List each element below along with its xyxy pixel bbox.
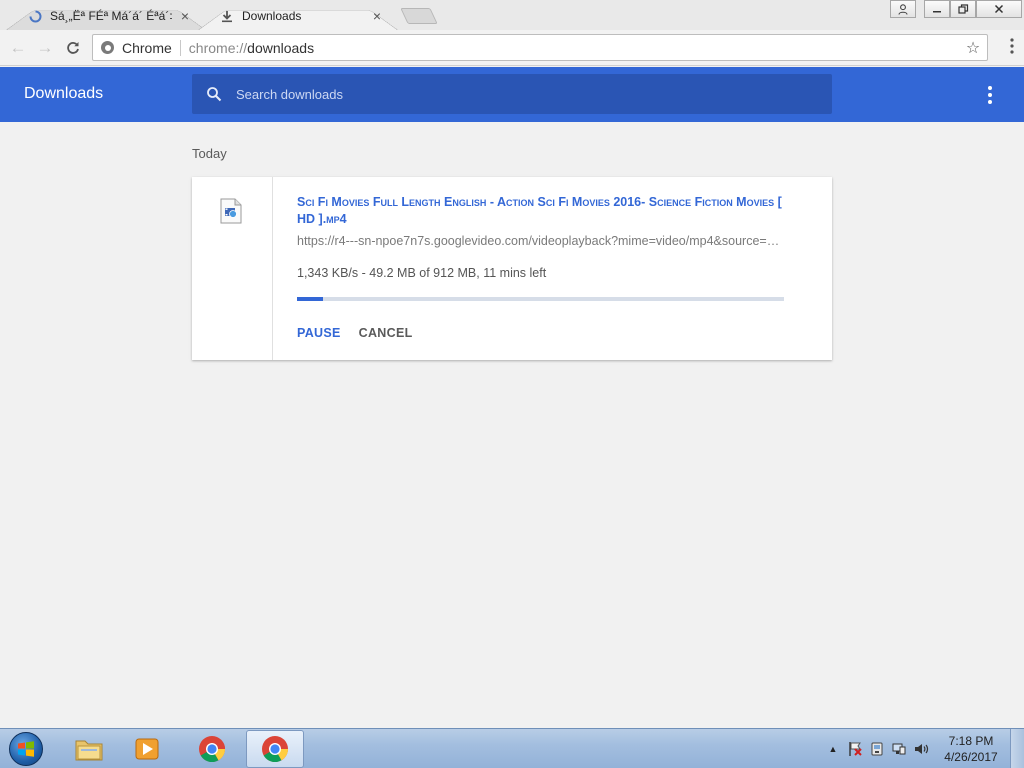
loading-spinner-icon xyxy=(28,9,42,23)
download-actions: PAUSE CANCEL xyxy=(297,326,787,340)
tab-close-icon[interactable]: × xyxy=(370,8,384,24)
tab-video-page[interactable]: Sá¸„Ëª FÉª Má´á´ Éªá´‡s F × xyxy=(6,2,206,31)
search-icon xyxy=(192,86,236,102)
chrome-page-icon xyxy=(101,41,114,54)
more-actions-icon[interactable] xyxy=(980,85,1000,105)
system-tray: ▲ 7:18 PM 4/26/2017 xyxy=(822,729,1024,768)
download-icon xyxy=(220,9,234,23)
tab-title: Sá¸„Ëª FÉª Má´á´ Éªá´‡s F xyxy=(50,9,172,23)
search-bar[interactable] xyxy=(192,74,832,114)
back-button[interactable]: ← xyxy=(7,37,29,59)
url-path: downloads xyxy=(247,39,315,56)
network-icon[interactable] xyxy=(888,738,910,760)
start-button[interactable] xyxy=(5,731,47,767)
url-text[interactable]: chrome://downloads xyxy=(181,40,959,56)
bookmark-star-icon[interactable]: ☆ xyxy=(959,38,987,58)
page-title: Downloads xyxy=(24,85,104,102)
show-desktop-button[interactable] xyxy=(1010,729,1024,768)
date-group-label: Today xyxy=(192,146,227,161)
windows-logo-icon xyxy=(9,732,43,766)
close-window-button[interactable] xyxy=(976,0,1022,18)
volume-icon[interactable] xyxy=(910,738,932,760)
chrome-logo-icon xyxy=(199,736,226,763)
tab-strip: Sá¸„Ëª FÉª Má´á´ Éªá´‡s F × Downloads × xyxy=(0,0,1024,31)
taskbar-chrome[interactable] xyxy=(183,730,241,768)
minimize-button[interactable] xyxy=(924,0,950,18)
tab-downloads[interactable]: Downloads × xyxy=(198,2,398,31)
taskbar-chrome-active[interactable] xyxy=(246,730,304,768)
taskbar-file-explorer[interactable] xyxy=(60,730,118,768)
pause-button[interactable]: PAUSE xyxy=(297,326,341,340)
window-controls xyxy=(890,0,1022,18)
tab-title: Downloads xyxy=(242,9,302,23)
taskbar: ▲ 7:18 PM 4/26/2017 xyxy=(0,728,1024,768)
download-item: Sci Fi Movies Full Length English - Acti… xyxy=(192,177,832,360)
user-icon[interactable] xyxy=(890,0,916,18)
chrome-logo-icon xyxy=(262,736,289,763)
address-bar[interactable]: Chrome chrome://downloads ☆ xyxy=(92,34,988,61)
clock-date: 4/26/2017 xyxy=(944,750,998,764)
device-icon[interactable] xyxy=(866,738,888,760)
progress-bar xyxy=(297,297,784,301)
url-scheme: chrome:// xyxy=(188,39,248,56)
download-status: 1,343 KB/s - 49.2 MB of 912 MB, 11 mins … xyxy=(297,266,547,280)
chrome-menu-icon[interactable] xyxy=(1010,38,1014,57)
new-tab-button[interactable] xyxy=(400,8,438,24)
file-name-link[interactable]: Sci Fi Movies Full Length English - Acti… xyxy=(297,194,787,228)
restore-button[interactable] xyxy=(950,0,976,18)
video-file-icon xyxy=(220,198,242,224)
taskbar-media-player[interactable] xyxy=(118,730,176,768)
progress-fill xyxy=(297,297,324,301)
clock-time: 7:18 PM xyxy=(948,734,994,748)
site-chip: Chrome xyxy=(122,39,181,56)
download-details: Sci Fi Movies Full Length English - Acti… xyxy=(297,194,787,340)
system-clock[interactable]: 7:18 PM 4/26/2017 xyxy=(936,733,1006,765)
forward-button[interactable]: → xyxy=(34,37,56,59)
media-player-icon xyxy=(135,738,159,760)
downloads-header: Downloads xyxy=(0,67,1024,122)
source-url[interactable]: https://r4---sn-npoe7n7s.googlevideo.com… xyxy=(297,234,785,248)
browser-toolbar: ← → Chrome chrome://downloads ☆ xyxy=(0,30,1024,66)
cancel-button[interactable]: CANCEL xyxy=(359,326,413,340)
show-hidden-icons-arrow[interactable]: ▲ xyxy=(822,738,844,760)
reload-button[interactable] xyxy=(62,37,84,59)
search-input[interactable] xyxy=(236,86,796,102)
tab-close-icon[interactable]: × xyxy=(178,8,192,24)
download-icon-column xyxy=(192,177,273,360)
action-center-flag-icon[interactable] xyxy=(844,738,866,760)
folder-icon xyxy=(75,740,103,761)
